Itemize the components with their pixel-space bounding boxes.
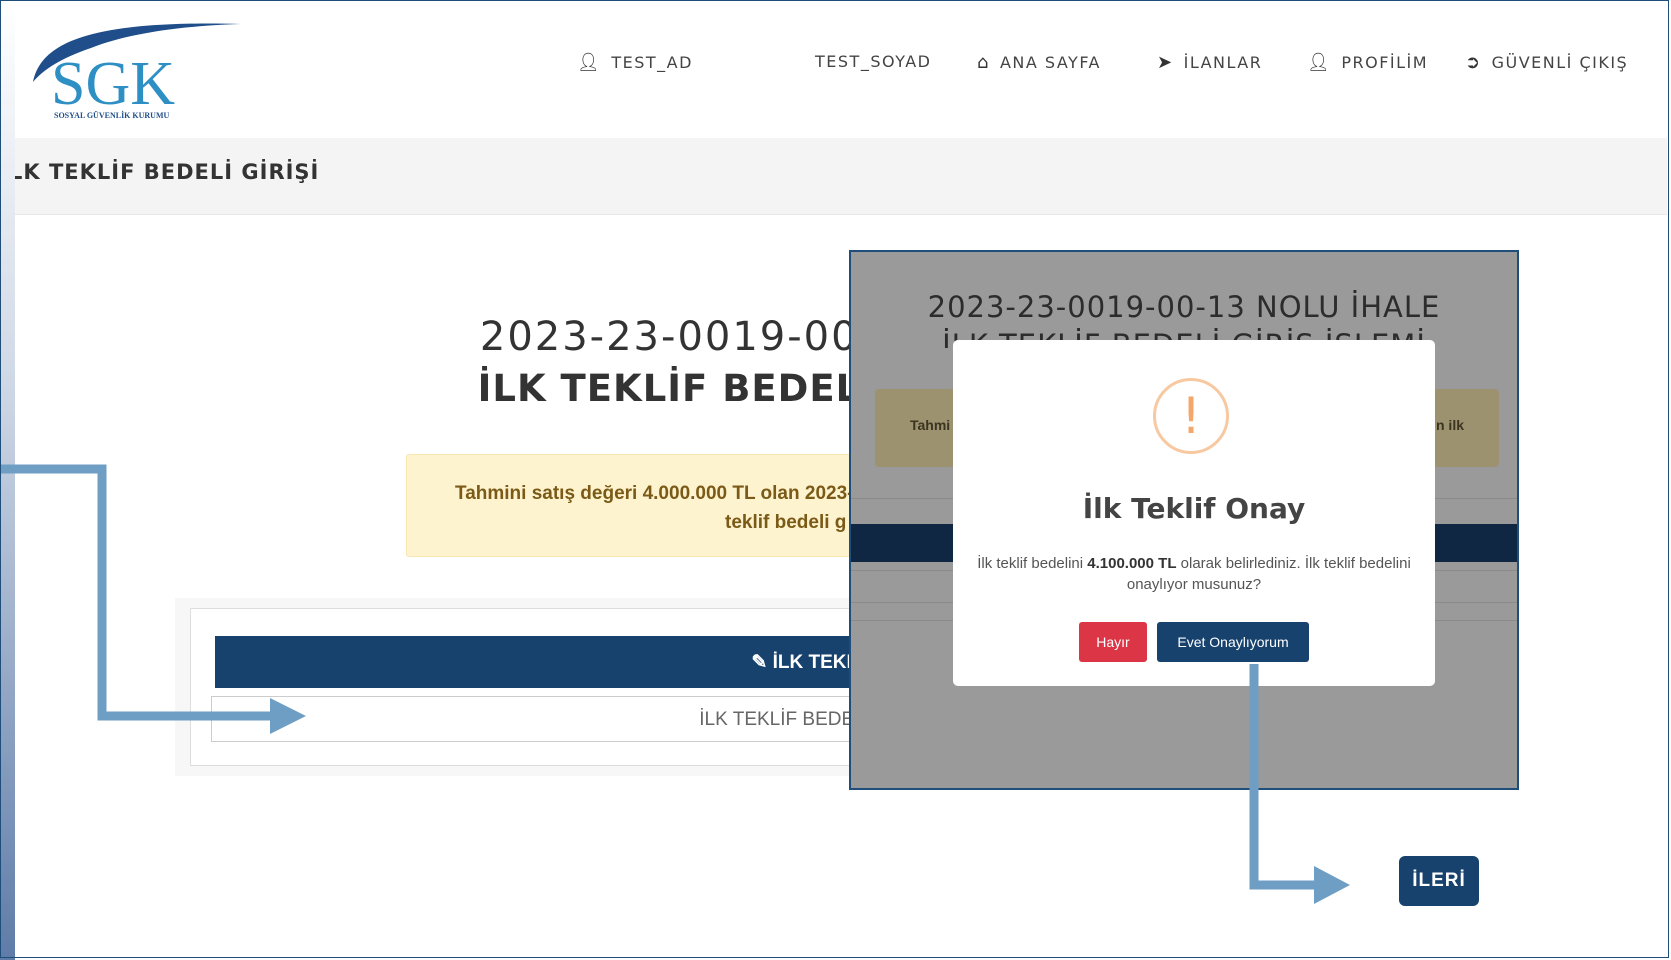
screenshot-frame xyxy=(0,0,1669,958)
